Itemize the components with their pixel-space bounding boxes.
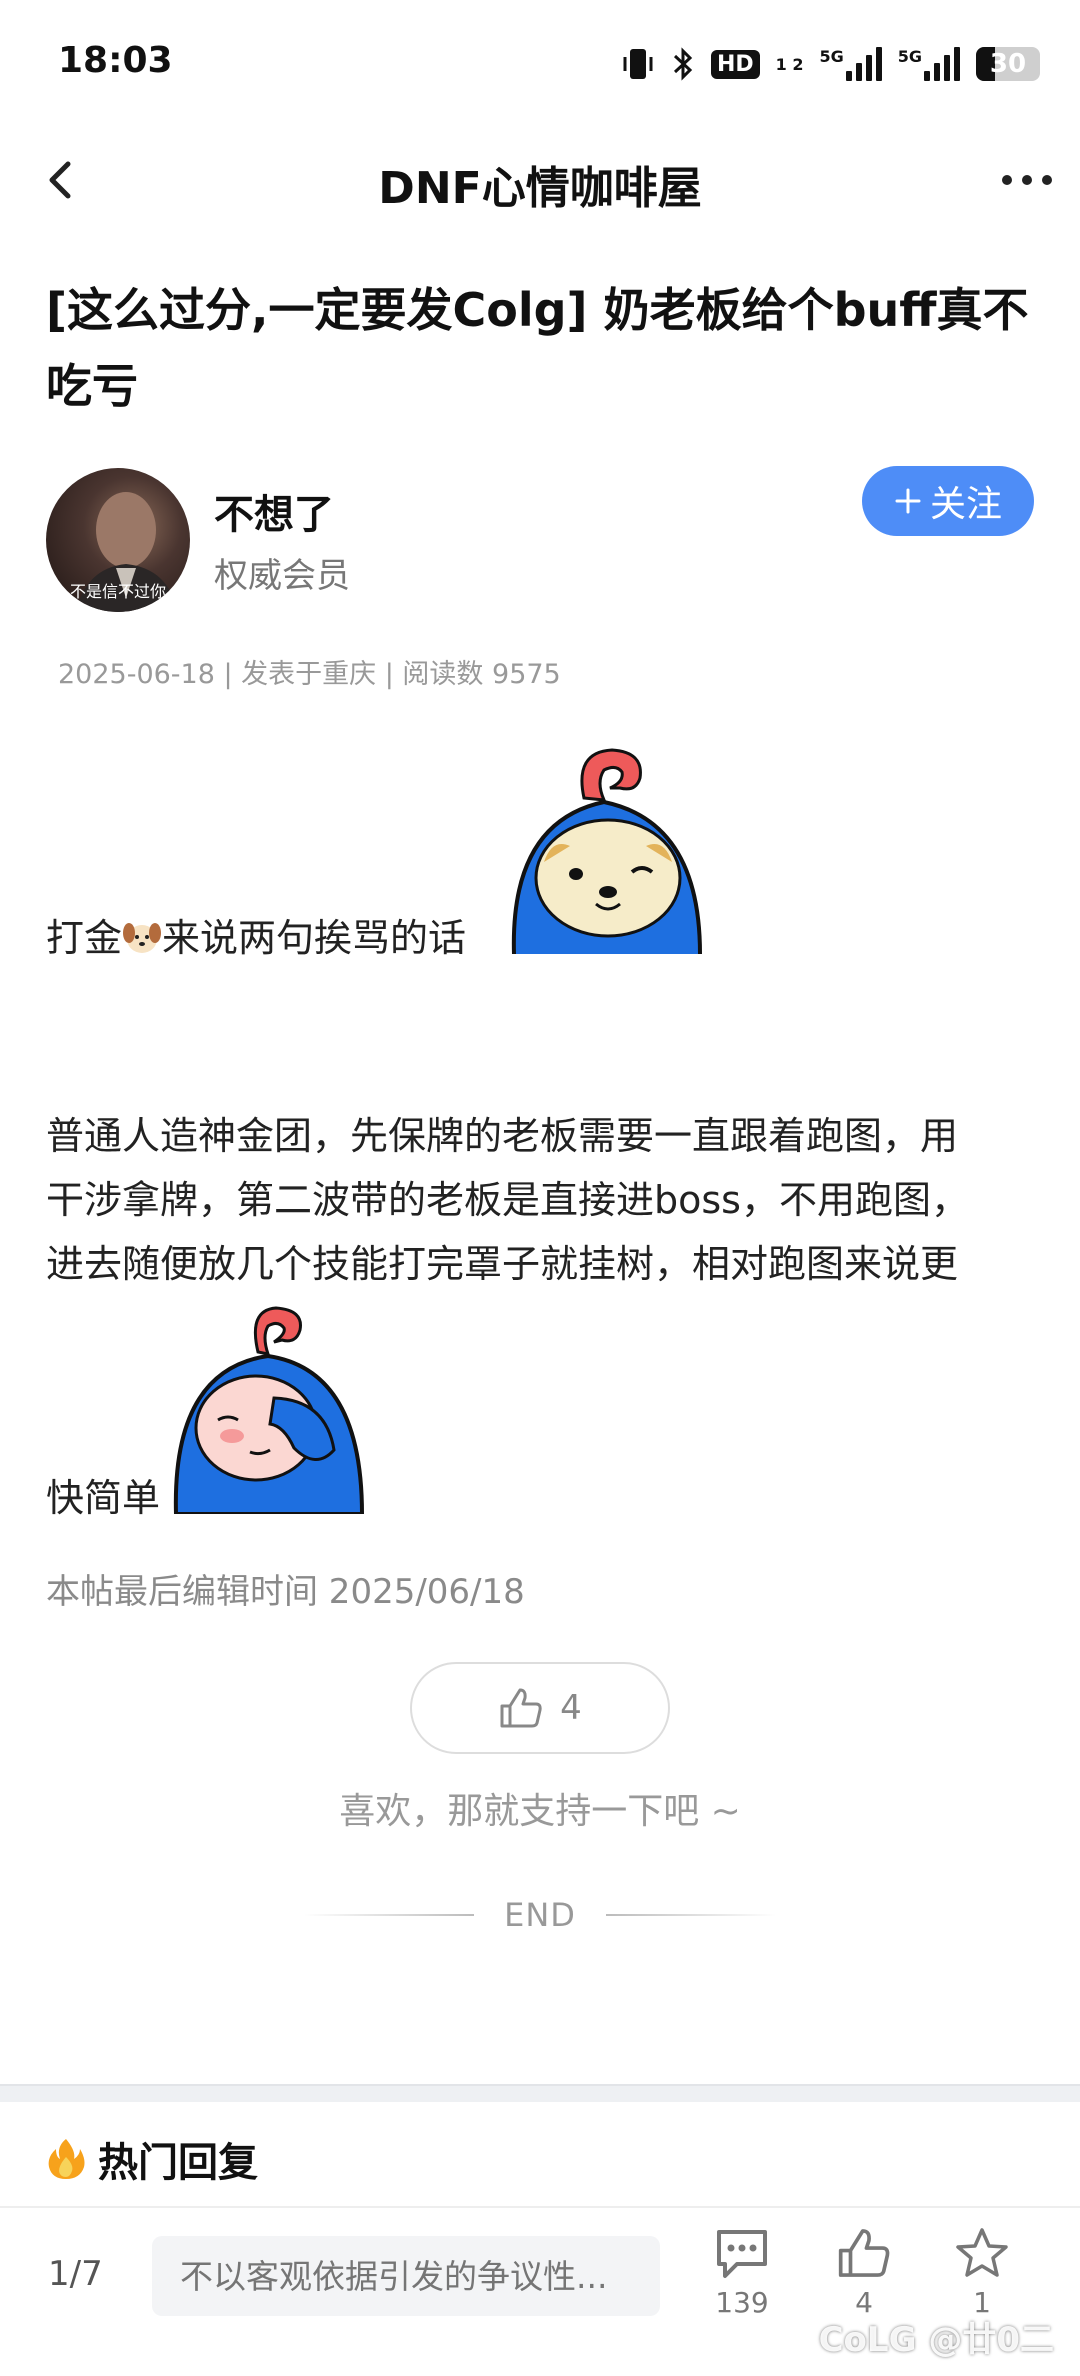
plus-icon	[895, 488, 921, 514]
hd-sub: 1 2	[775, 54, 804, 74]
content-line: 干涉拿牌，第二波带的老板是直接进boss，不用跑图，	[46, 1178, 969, 1222]
content-text: 打金	[46, 916, 123, 960]
signal1-label: 5G	[819, 47, 844, 66]
end-divider: END	[0, 1896, 1080, 1934]
edit-time: 本帖最后编辑时间 2025/06/18	[46, 1572, 525, 1612]
star-icon	[956, 2228, 1008, 2277]
battery-level: 30	[989, 49, 1027, 79]
more-button[interactable]	[1002, 160, 1052, 200]
follow-button[interactable]: 关注	[862, 466, 1034, 536]
content-text: 来说两句挨骂的话	[162, 916, 467, 960]
signal2-label: 5G	[897, 47, 922, 66]
like-bar-button[interactable]: 4	[816, 2226, 912, 2319]
watermark: CoLG @廿0二	[818, 2320, 1054, 2360]
thumbs-up-icon	[500, 1688, 542, 1728]
follow-label: 关注	[929, 484, 1002, 525]
fire-icon	[48, 2139, 85, 2179]
hot-replies-header: 热门回复	[46, 2130, 258, 2188]
status-time: 18:03	[58, 40, 173, 81]
divider-line	[605, 1914, 776, 1916]
more-dot-icon	[1002, 175, 1012, 185]
comment-icon	[717, 2230, 767, 2278]
favorite-button[interactable]: 1	[934, 2226, 1030, 2319]
section-divider	[0, 2084, 1080, 2102]
end-label: END	[504, 1896, 576, 1934]
like-count: 4	[560, 1688, 582, 1728]
battery-icon: 30	[976, 47, 1040, 81]
dog-mascot-sticker	[511, 748, 702, 954]
author-name[interactable]: 不想了	[214, 482, 334, 540]
status-icons: HD 1 2 5G 5G 30	[621, 40, 1040, 88]
signal-icon	[845, 47, 882, 81]
like-button[interactable]: 4	[410, 1662, 670, 1754]
post-meta: 2025-06-18 | 发表于重庆 | 阅读数 9575	[58, 659, 561, 690]
content-paragraph-2: 普通人造神金团，先保牌的老板需要一直跟着跑图，用 干涉拿牌，第二波带的老板是直接…	[46, 1104, 1036, 1296]
hd-badge: HD	[710, 49, 760, 79]
comment-input[interactable]	[152, 2236, 660, 2316]
author-role: 权威会员	[214, 556, 350, 596]
bluetooth-icon	[673, 47, 693, 81]
page-indicator[interactable]: 1/7	[48, 2254, 103, 2294]
avatar-caption: 不是信不过你	[69, 582, 166, 601]
facepalm-mascot-sticker	[173, 1306, 365, 1514]
more-dot-icon	[1042, 175, 1052, 185]
vibrate-icon	[623, 49, 653, 79]
comments-button[interactable]: 139	[694, 2226, 790, 2319]
avatar[interactable]: 不是信不过你	[46, 468, 190, 612]
content-line: 进去随便放几个技能打完罩子就挂树，相对跑图来说更	[46, 1242, 959, 1286]
comments-count: 139	[715, 2286, 769, 2319]
thumbs-up-icon	[838, 2229, 890, 2277]
dog-emoji-icon	[123, 923, 162, 953]
signal-icon-2	[924, 47, 960, 81]
hot-replies-title: 热门回复	[98, 2140, 258, 2186]
divider-line	[304, 1914, 475, 1916]
like-hint: 喜欢，那就支持一下吧 ~	[339, 1791, 741, 1832]
content-line: 普通人造神金团，先保牌的老板需要一直跟着跑图，用	[46, 1114, 959, 1158]
post-title: [这么过分,一定要发Colg] 奶老板给个buff真不吃亏	[46, 283, 1029, 413]
page-title: DNF心情咖啡屋	[378, 163, 702, 214]
more-dot-icon	[1022, 175, 1032, 185]
